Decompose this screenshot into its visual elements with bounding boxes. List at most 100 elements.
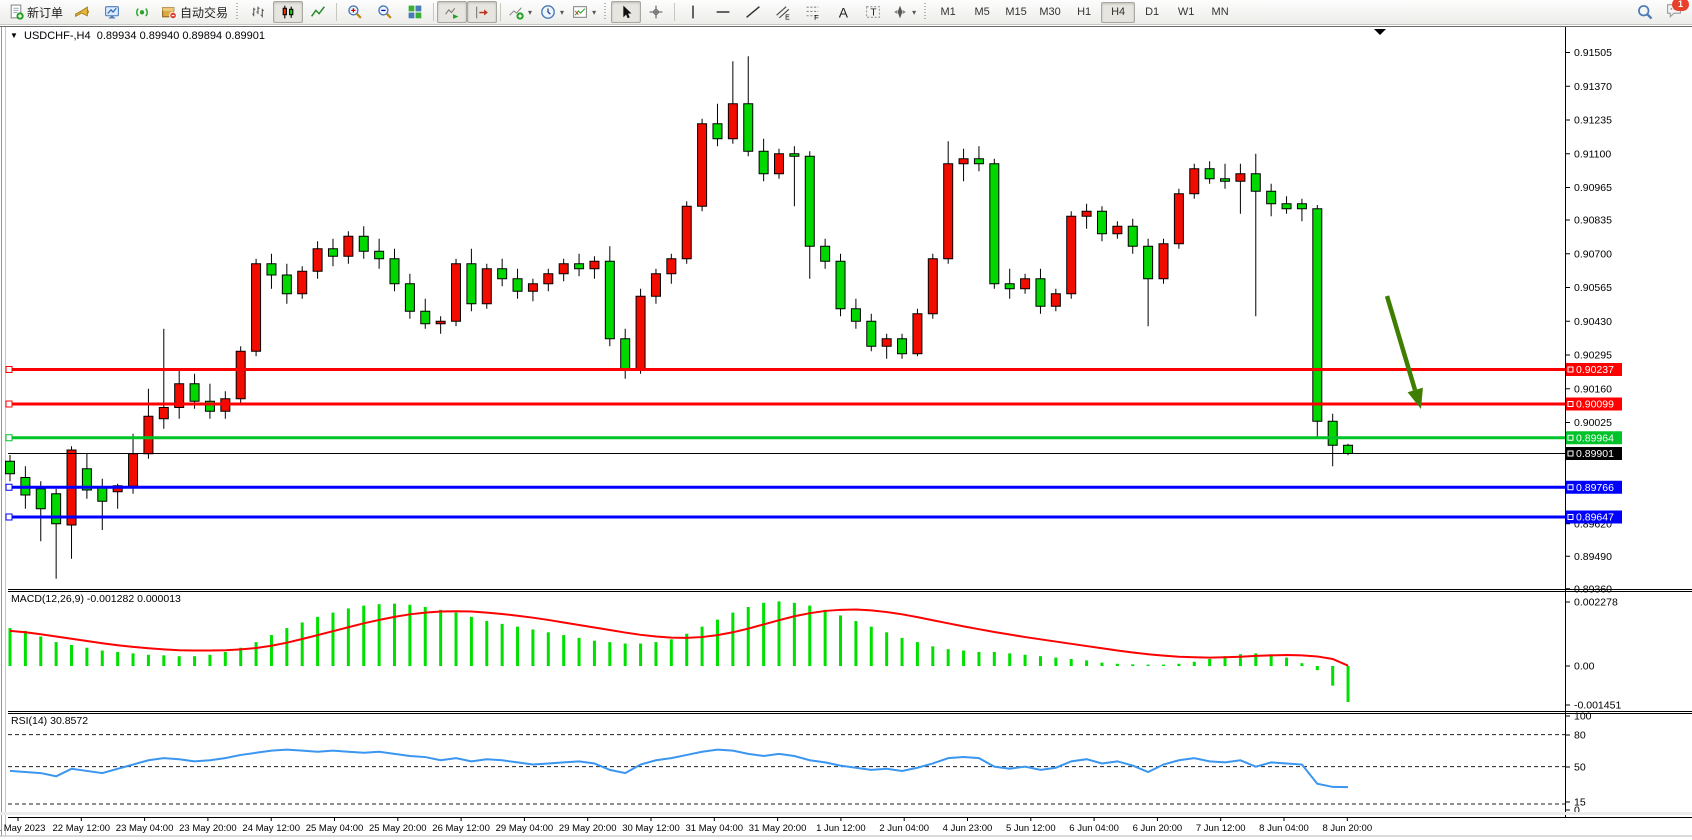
candle bbox=[344, 236, 353, 256]
svg-text:0.89647: 0.89647 bbox=[1576, 512, 1614, 524]
new-order-button-label: 新订单 bbox=[27, 4, 63, 21]
chart-shift-button[interactable] bbox=[467, 1, 497, 23]
rsi-axis-label: 50 bbox=[1574, 762, 1586, 774]
macd-name: MACD(12,26,9) bbox=[11, 593, 84, 605]
svg-text:0.89964: 0.89964 bbox=[1576, 432, 1614, 444]
macd-histogram-bar bbox=[1285, 658, 1288, 666]
candle bbox=[421, 311, 430, 324]
macd-histogram-bar bbox=[1054, 658, 1057, 666]
arrows-button[interactable]: ▾ bbox=[888, 1, 920, 23]
timeframe-d1[interactable]: D1 bbox=[1135, 2, 1169, 23]
new-order-button[interactable]: 新订单 bbox=[4, 1, 67, 23]
zoom-in-button[interactable] bbox=[340, 1, 370, 23]
time-tick-label: 6 Jun 04:00 bbox=[1069, 823, 1119, 834]
text-label-button[interactable]: T bbox=[858, 1, 888, 23]
timeframe-m5[interactable]: M5 bbox=[965, 2, 999, 23]
zoom-out-button[interactable] bbox=[370, 1, 400, 23]
timeframe-h4[interactable]: H4 bbox=[1101, 2, 1135, 23]
macd-histogram-bar bbox=[255, 642, 258, 666]
time-tick-label: 30 May 12:00 bbox=[622, 823, 680, 834]
periods-button[interactable]: ▾ bbox=[536, 1, 568, 23]
line-anchor[interactable] bbox=[6, 514, 12, 520]
macd-histogram-bar bbox=[962, 651, 965, 666]
horizontal-line-0.89766[interactable] bbox=[6, 484, 1565, 490]
chat-button[interactable]: 1 bbox=[1666, 2, 1682, 23]
macd-histogram-bar bbox=[1085, 660, 1088, 666]
toolbar-right: 1 bbox=[1630, 1, 1688, 23]
templates-button[interactable]: ▾ bbox=[568, 1, 600, 23]
chevron-down-icon: ▾ bbox=[528, 8, 532, 17]
chart-surface[interactable]: 0.915050.913700.912350.911000.909650.908… bbox=[0, 25, 1692, 840]
market-watch-button[interactable] bbox=[97, 1, 127, 23]
macd-histogram-bar bbox=[578, 638, 581, 666]
price-tag-0.90099: 0.90099 bbox=[1566, 398, 1622, 411]
timeframe-h1[interactable]: H1 bbox=[1067, 2, 1101, 23]
candle bbox=[528, 284, 537, 292]
search-button[interactable] bbox=[1630, 1, 1660, 23]
shift-icon bbox=[474, 4, 490, 20]
chevron-down-icon: ▾ bbox=[560, 8, 564, 17]
metaquotes-horn-button[interactable] bbox=[67, 1, 97, 23]
candle bbox=[759, 151, 768, 174]
candle bbox=[913, 314, 922, 354]
time-axis[interactable]: 21 May 202322 May 12:0023 May 04:0023 Ma… bbox=[0, 817, 1372, 834]
text-button[interactable]: A bbox=[828, 1, 858, 23]
macd-histogram-bar bbox=[793, 603, 796, 666]
timeframe-m1[interactable]: M1 bbox=[931, 2, 965, 23]
chart-shift-marker[interactable] bbox=[1374, 29, 1386, 35]
macd-histogram-bar bbox=[208, 655, 211, 666]
toolbar-separator bbox=[500, 3, 501, 21]
line-anchor[interactable] bbox=[6, 484, 12, 490]
line-anchor[interactable] bbox=[6, 401, 12, 407]
candle bbox=[129, 454, 138, 487]
macd-histogram-bar bbox=[116, 652, 119, 666]
indicators-button[interactable]: ▾ bbox=[504, 1, 536, 23]
macd-histogram-bar bbox=[762, 603, 765, 666]
candle bbox=[667, 259, 676, 274]
macd-histogram-bar bbox=[316, 617, 319, 666]
cursor-button[interactable] bbox=[611, 1, 641, 23]
time-tick-label: 22 May 12:00 bbox=[53, 823, 111, 834]
rsi-line bbox=[10, 750, 1348, 787]
fibonacci-button[interactable]: F bbox=[798, 1, 828, 23]
line-chart-button[interactable] bbox=[303, 1, 333, 23]
rsi-value: 30.8572 bbox=[50, 715, 88, 727]
equidistant-channel-button[interactable]: E bbox=[768, 1, 798, 23]
rsi-axis-label: 100 bbox=[1574, 711, 1592, 723]
auto-scroll-button[interactable] bbox=[437, 1, 467, 23]
price-tick-label: 0.90430 bbox=[1574, 316, 1612, 328]
timeframe-w1[interactable]: W1 bbox=[1169, 2, 1203, 23]
candle bbox=[974, 159, 983, 164]
trendline-icon bbox=[745, 4, 761, 20]
vertical-line-button[interactable] bbox=[678, 1, 708, 23]
line-anchor[interactable] bbox=[6, 435, 12, 441]
macd-histogram-bar bbox=[285, 628, 288, 666]
time-tick-label: 26 May 12:00 bbox=[432, 823, 490, 834]
macd-histogram-bar bbox=[639, 644, 642, 666]
down-arrow-annotation[interactable] bbox=[1387, 296, 1423, 409]
macd-histogram-bar bbox=[562, 635, 565, 666]
timeframe-mn[interactable]: MN bbox=[1203, 2, 1237, 23]
cursor-icon bbox=[618, 4, 634, 20]
chart-menu-triangle-icon[interactable]: ▼ bbox=[10, 31, 18, 40]
bar-chart-button[interactable] bbox=[243, 1, 273, 23]
price-tag-0.89647: 0.89647 bbox=[1566, 511, 1622, 524]
signals-button[interactable] bbox=[127, 1, 157, 23]
time-tick-label: 8 Jun 20:00 bbox=[1322, 823, 1372, 834]
crosshair-button[interactable] bbox=[641, 1, 671, 23]
tile-windows-button[interactable] bbox=[400, 1, 430, 23]
candlestick-chart-button[interactable] bbox=[273, 1, 303, 23]
horizontal-line-button[interactable] bbox=[708, 1, 738, 23]
horizontal-line-0.89647[interactable] bbox=[6, 514, 1565, 520]
macd-histogram-bar bbox=[39, 637, 42, 666]
trendline-button[interactable] bbox=[738, 1, 768, 23]
line-anchor[interactable] bbox=[6, 367, 12, 373]
horizontal-line-0.90099[interactable] bbox=[6, 401, 1565, 407]
auto-trading-button[interactable]: 自动交易 bbox=[157, 1, 232, 23]
macd-histogram-bar bbox=[470, 617, 473, 666]
macd-histogram-bar bbox=[501, 624, 504, 666]
macd-histogram-bar bbox=[1331, 666, 1334, 686]
timeframe-m15[interactable]: M15 bbox=[999, 2, 1033, 23]
timeframe-m30[interactable]: M30 bbox=[1033, 2, 1067, 23]
time-tick-label: 25 May 20:00 bbox=[369, 823, 427, 834]
